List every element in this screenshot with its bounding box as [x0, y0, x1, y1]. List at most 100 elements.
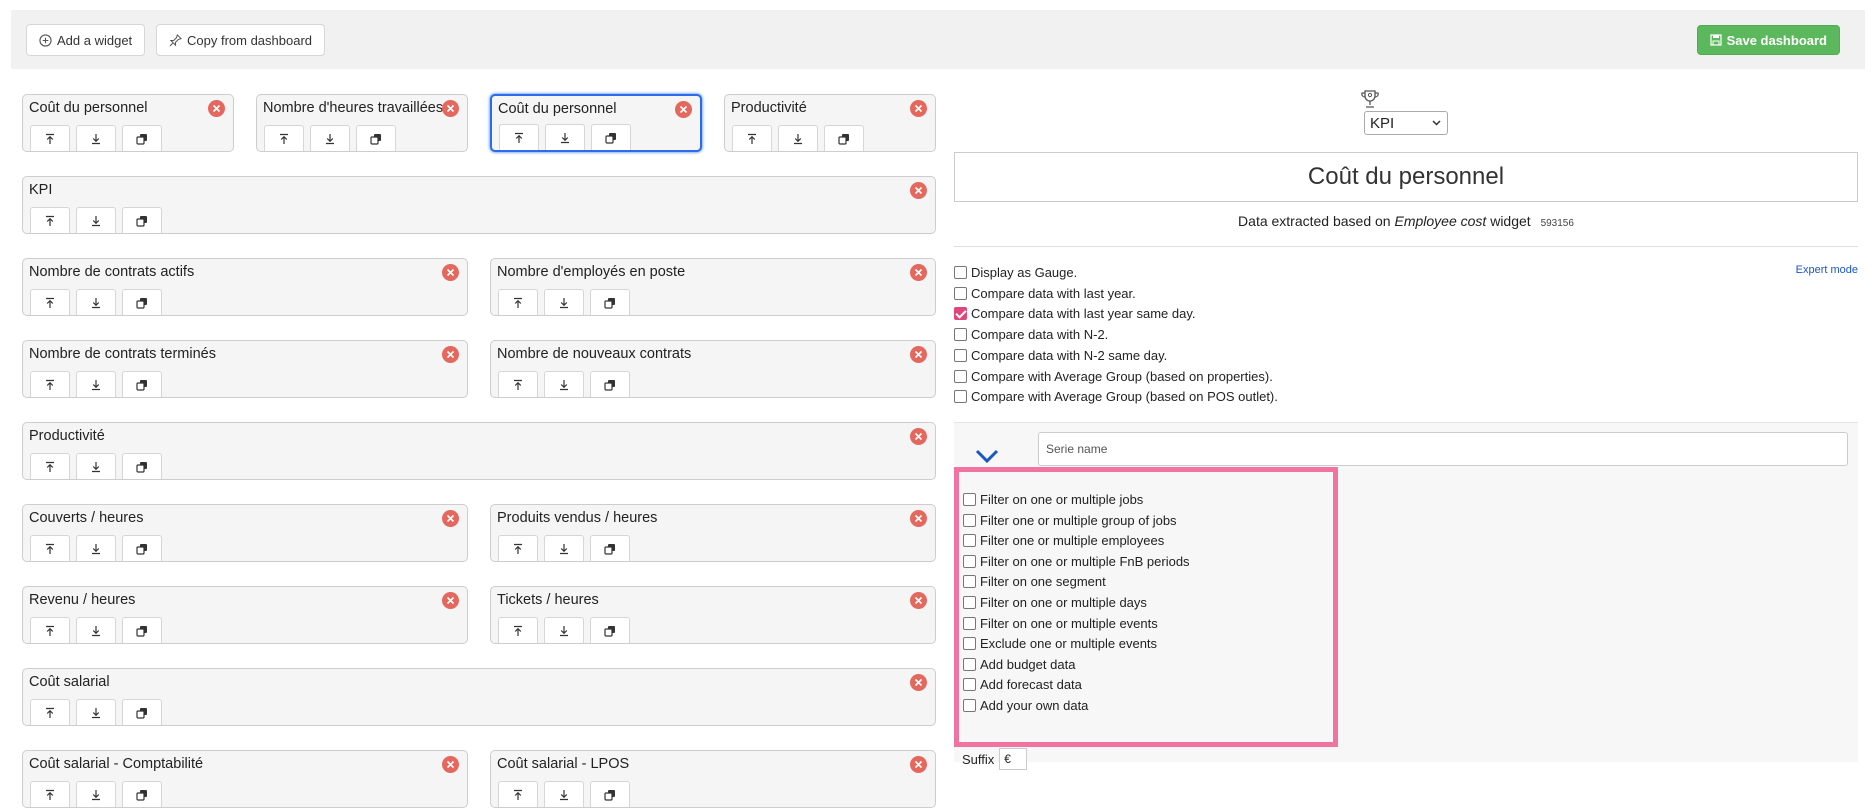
move-to-top-button[interactable] — [30, 699, 70, 725]
duplicate-widget-button[interactable] — [122, 699, 162, 725]
compare-option[interactable]: Compare data with last year same day. — [954, 306, 1195, 321]
option-checkbox[interactable] — [954, 390, 967, 404]
move-to-bottom-button[interactable] — [778, 125, 818, 151]
move-to-top-button[interactable] — [498, 617, 538, 643]
move-to-bottom-button[interactable] — [544, 535, 584, 561]
move-to-bottom-button[interactable] — [76, 535, 116, 561]
filter-checkbox[interactable] — [963, 493, 976, 506]
compare-option[interactable]: Compare data with N-2. — [954, 327, 1108, 342]
move-to-top-button[interactable] — [498, 781, 538, 807]
move-to-top-button[interactable] — [30, 617, 70, 643]
duplicate-widget-button[interactable] — [590, 371, 630, 397]
remove-widget-button[interactable] — [442, 346, 459, 363]
compare-option[interactable]: Compare with Average Group (based on pro… — [954, 369, 1273, 384]
widget-card[interactable]: Coût du personnel — [490, 94, 702, 152]
widget-card[interactable]: KPI — [22, 176, 936, 234]
remove-widget-button[interactable] — [910, 346, 927, 363]
filter-checkbox[interactable] — [963, 637, 976, 651]
duplicate-widget-button[interactable] — [122, 125, 162, 151]
widget-card[interactable]: Nombre de nouveaux contrats — [490, 340, 936, 398]
widget-card[interactable]: Productivité — [22, 422, 936, 480]
filter-option[interactable]: Filter on one segment — [963, 574, 1106, 589]
remove-widget-button[interactable] — [910, 182, 927, 199]
move-to-bottom-button[interactable] — [76, 617, 116, 643]
duplicate-widget-button[interactable] — [590, 289, 630, 315]
widget-card[interactable]: Productivité — [724, 94, 936, 152]
filter-option[interactable]: Exclude one or multiple events — [963, 636, 1157, 651]
remove-widget-button[interactable] — [910, 592, 927, 609]
widget-card[interactable]: Coût salarial - Comptabilité — [22, 750, 468, 808]
widget-card[interactable]: Coût du personnel — [22, 94, 234, 152]
move-to-bottom-button[interactable] — [544, 781, 584, 807]
duplicate-widget-button[interactable] — [356, 125, 396, 151]
widget-card[interactable]: Nombre de contrats actifs — [22, 258, 468, 316]
move-to-bottom-button[interactable] — [544, 617, 584, 643]
filter-option[interactable]: Filter on one or multiple FnB periods — [963, 554, 1190, 569]
add-widget-button[interactable]: Add a widget — [26, 24, 146, 56]
duplicate-widget-button[interactable] — [590, 535, 630, 561]
move-to-top-button[interactable] — [499, 124, 539, 150]
remove-widget-button[interactable] — [910, 428, 927, 445]
filter-checkbox[interactable] — [963, 513, 976, 527]
compare-option[interactable]: Compare data with last year. — [954, 286, 1136, 301]
move-to-bottom-button[interactable] — [76, 125, 116, 151]
remove-widget-button[interactable] — [675, 101, 692, 118]
widget-card[interactable]: Revenu / heures — [22, 586, 468, 644]
move-to-top-button[interactable] — [30, 289, 70, 315]
move-to-top-button[interactable] — [732, 125, 772, 151]
filter-checkbox[interactable] — [963, 678, 976, 692]
remove-widget-button[interactable] — [442, 510, 459, 527]
widget-card[interactable]: Coût salarial - LPOS — [490, 750, 936, 808]
move-to-bottom-button[interactable] — [544, 289, 584, 315]
move-to-bottom-button[interactable] — [76, 699, 116, 725]
compare-option[interactable]: Compare with Average Group (based on POS… — [954, 389, 1278, 404]
duplicate-widget-button[interactable] — [122, 453, 162, 479]
filter-option[interactable]: Add forecast data — [963, 677, 1082, 692]
compare-option[interactable]: Display as Gauge. — [954, 265, 1077, 280]
move-to-top-button[interactable] — [30, 125, 70, 151]
duplicate-widget-button[interactable] — [591, 124, 631, 150]
option-checkbox[interactable] — [954, 286, 967, 300]
remove-widget-button[interactable] — [910, 510, 927, 527]
remove-widget-button[interactable] — [442, 756, 459, 773]
remove-widget-button[interactable] — [910, 100, 927, 117]
suffix-input[interactable]: € — [999, 748, 1028, 770]
copy-dashboard-button[interactable]: Copy from dashboard — [156, 24, 326, 56]
filter-option[interactable]: Filter on one or multiple events — [963, 616, 1158, 631]
move-to-top-button[interactable] — [498, 371, 538, 397]
filter-option[interactable]: Filter on one or multiple jobs — [963, 492, 1143, 507]
move-to-bottom-button[interactable] — [76, 453, 116, 479]
widget-type-select[interactable]: KPI — [1364, 111, 1448, 135]
remove-widget-button[interactable] — [910, 674, 927, 691]
remove-widget-button[interactable] — [208, 100, 225, 117]
duplicate-widget-button[interactable] — [122, 535, 162, 561]
option-checkbox[interactable] — [954, 328, 967, 342]
filter-checkbox[interactable] — [963, 575, 976, 589]
remove-widget-button[interactable] — [442, 264, 459, 281]
duplicate-widget-button[interactable] — [122, 617, 162, 643]
duplicate-widget-button[interactable] — [590, 617, 630, 643]
move-to-bottom-button[interactable] — [76, 371, 116, 397]
chevron-down-icon[interactable] — [974, 447, 1000, 465]
filter-checkbox[interactable] — [963, 657, 976, 671]
duplicate-widget-button[interactable] — [824, 125, 864, 151]
remove-widget-button[interactable] — [910, 264, 927, 281]
remove-widget-button[interactable] — [442, 592, 459, 609]
option-checkbox[interactable] — [954, 266, 967, 279]
filter-checkbox[interactable] — [963, 596, 976, 609]
widget-card[interactable]: Tickets / heures — [490, 586, 936, 644]
move-to-top-button[interactable] — [30, 453, 70, 479]
filter-checkbox[interactable] — [963, 699, 976, 712]
move-to-bottom-button[interactable] — [76, 781, 116, 807]
widget-card[interactable]: Nombre d'heures travaillées — [256, 94, 468, 152]
filter-option[interactable]: Add budget data — [963, 657, 1075, 672]
series-name-input[interactable]: Serie name — [1038, 432, 1848, 466]
move-to-top-button[interactable] — [30, 207, 70, 233]
filter-checkbox[interactable] — [963, 616, 976, 630]
move-to-bottom-button[interactable] — [76, 207, 116, 233]
filter-option[interactable]: Filter one or multiple group of jobs — [963, 513, 1177, 528]
widget-card[interactable]: Produits vendus / heures — [490, 504, 936, 562]
duplicate-widget-button[interactable] — [590, 781, 630, 807]
filter-checkbox[interactable] — [963, 534, 976, 548]
widget-card[interactable]: Couverts / heures — [22, 504, 468, 562]
